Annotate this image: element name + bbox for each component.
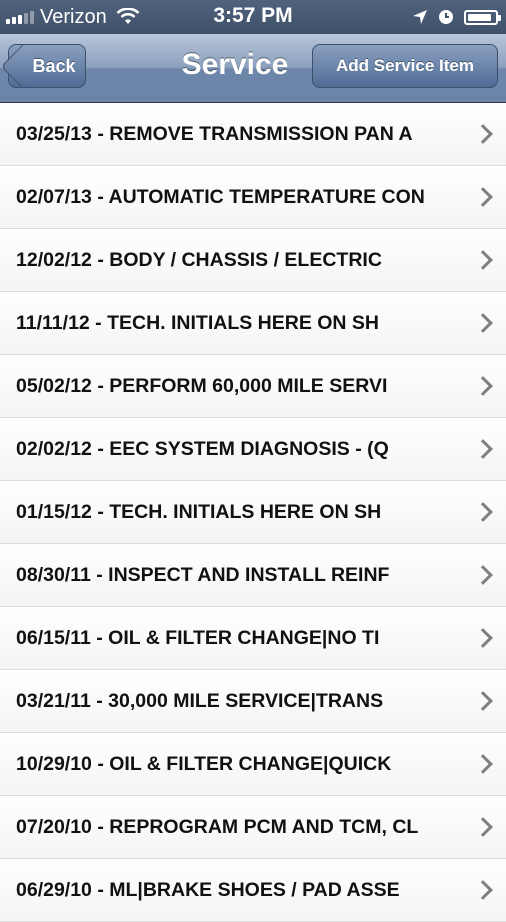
chevron-right-icon xyxy=(473,187,493,207)
list-item-label: 03/25/13 - REMOVE TRANSMISSION PAN A xyxy=(16,123,413,145)
list-item[interactable]: 05/02/12 - PERFORM 60,000 MILE SERVI xyxy=(0,355,506,418)
list-item[interactable]: 02/02/12 - EEC SYSTEM DIAGNOSIS - (Q xyxy=(0,418,506,481)
service-list: 03/25/13 - REMOVE TRANSMISSION PAN A 02/0… xyxy=(0,103,506,922)
list-item-label: 11/11/12 - TECH. INITIALS HERE ON SH xyxy=(16,312,380,334)
status-right xyxy=(412,6,501,28)
chevron-right-icon xyxy=(473,754,493,774)
list-item[interactable]: 02/07/13 - AUTOMATIC TEMPERATURE CON xyxy=(0,166,506,229)
status-bar: Verizon 3:57 PM xyxy=(0,0,506,34)
chevron-right-icon xyxy=(473,376,493,396)
chevron-right-icon xyxy=(473,313,493,333)
back-button-label: Back xyxy=(32,55,76,76)
list-item[interactable]: 07/20/10 - REPROGRAM PCM AND TCM, CL xyxy=(0,796,506,859)
chevron-right-icon xyxy=(473,565,493,585)
back-button[interactable]: Back xyxy=(0,44,86,89)
alarm-icon xyxy=(439,10,453,24)
list-item[interactable]: 12/02/12 - BODY / CHASSIS / ELECTRIC xyxy=(0,229,506,292)
list-item-label: 08/30/11 - INSPECT AND INSTALL REINF xyxy=(16,564,390,586)
navigation-bar: Back Service Add Service Item xyxy=(0,34,506,103)
list-item[interactable]: 11/11/12 - TECH. INITIALS HERE ON SH xyxy=(0,292,506,355)
chevron-right-icon xyxy=(473,880,493,900)
list-item-label: 06/15/11 - OIL & FILTER CHANGE|NO TI xyxy=(16,627,380,649)
list-item-label: 12/02/12 - BODY / CHASSIS / ELECTRIC xyxy=(16,249,382,271)
list-item-label: 07/20/10 - REPROGRAM PCM AND TCM, CL xyxy=(16,816,419,838)
list-item-label: 03/21/11 - 30,000 MILE SERVICE|TRANS xyxy=(16,690,384,712)
list-item[interactable]: 06/29/10 - ML|BRAKE SHOES / PAD ASSE xyxy=(0,859,506,922)
page-title: Service xyxy=(181,48,289,81)
chevron-right-icon xyxy=(473,817,493,837)
location-icon xyxy=(413,10,427,24)
list-item[interactable]: 03/21/11 - 30,000 MILE SERVICE|TRANS xyxy=(0,670,506,733)
chevron-right-icon xyxy=(473,439,493,459)
list-item-label: 02/07/13 - AUTOMATIC TEMPERATURE CON xyxy=(16,186,425,208)
list-item[interactable]: 06/15/11 - OIL & FILTER CHANGE|NO TI xyxy=(0,607,506,670)
list-item-label: 10/29/10 - OIL & FILTER CHANGE|QUICK xyxy=(16,753,392,775)
add-service-item-label: Add Service Item xyxy=(336,56,474,75)
list-item[interactable]: 01/15/12 - TECH. INITIALS HERE ON SH xyxy=(0,481,506,544)
list-item[interactable]: 08/30/11 - INSPECT AND INSTALL REINF xyxy=(0,544,506,607)
add-service-item-button[interactable]: Add Service Item xyxy=(312,44,498,88)
chevron-right-icon xyxy=(473,628,493,648)
battery-icon xyxy=(464,9,501,25)
chevron-right-icon xyxy=(473,124,493,144)
list-item[interactable]: 03/25/13 - REMOVE TRANSMISSION PAN A xyxy=(0,103,506,166)
chevron-right-icon xyxy=(473,250,493,270)
chevron-right-icon xyxy=(473,502,493,522)
list-item-label: 02/02/12 - EEC SYSTEM DIAGNOSIS - (Q xyxy=(16,438,389,460)
list-item-label: 05/02/12 - PERFORM 60,000 MILE SERVI xyxy=(16,375,388,397)
chevron-right-icon xyxy=(473,691,493,711)
list-item-label: 01/15/12 - TECH. INITIALS HERE ON SH xyxy=(16,501,382,523)
list-item[interactable]: 10/29/10 - OIL & FILTER CHANGE|QUICK xyxy=(0,733,506,796)
